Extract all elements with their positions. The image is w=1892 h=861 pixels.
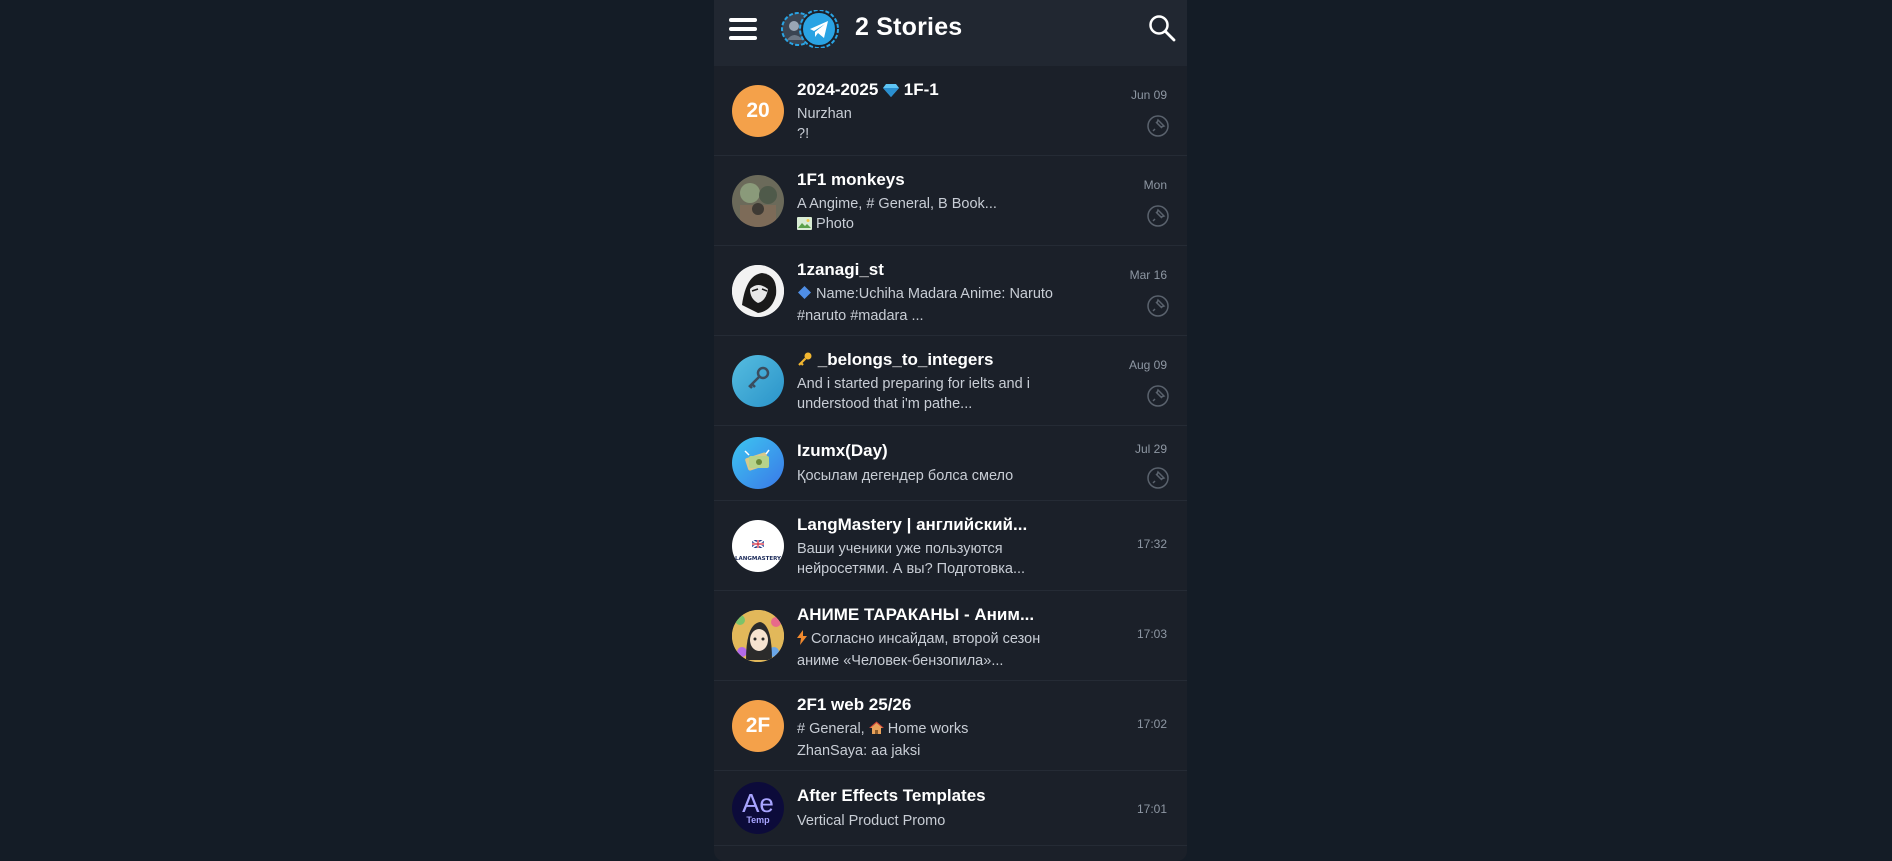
blue-diamond-icon [797, 285, 812, 306]
chat-item[interactable]: 20 2024-2025 1F-1 Nurzhan ?! Jun 09 [714, 66, 1187, 156]
preview-line: ZhanSaya: aa jaksi [797, 743, 921, 759]
chat-item[interactable]: LANGMASTERY LangMastery | английский... … [714, 501, 1187, 591]
preview-line: # General, Home works [797, 719, 1082, 741]
preview-line: Согласно инсайдам, второй сезон [797, 629, 1082, 651]
chat-item[interactable]: Izumx(Day) Қосылам дегендер болса смело … [714, 426, 1187, 501]
chat-preview: A Angime, # General, B Book... Photo [797, 194, 1082, 236]
chat-preview: Ваши ученики уже пользуются нейросетями.… [797, 539, 1082, 579]
pin-icon [1147, 385, 1169, 407]
preview-line: аниме «Человек-бензопила»... [797, 653, 1004, 669]
chat-title: 1F1 monkeys [797, 170, 905, 189]
telegram-app: 2 Stories 20 2024-2025 1F-1 Nurzhan ?! J… [714, 0, 1187, 861]
chat-time: 17:32 [1136, 537, 1167, 551]
preview-line: #naruto #madara ... [797, 308, 924, 324]
chat-preview: # General, Home works ZhanSaya: aa jaksi [797, 719, 1082, 761]
chat-item[interactable]: _belongs_to_integers And i started prepa… [714, 336, 1187, 426]
chat-title: LangMastery | английский... [797, 515, 1028, 534]
chat-preview: Vertical Product Promo [797, 811, 1082, 831]
chat-title: _belongs_to_integers [797, 350, 993, 372]
avatar: Ae Temp [732, 782, 784, 834]
avatar: 2F [732, 700, 784, 752]
chat-time: Mon [1143, 178, 1167, 192]
chat-time: Aug 09 [1128, 358, 1167, 372]
preview-line: Nurzhan [797, 106, 852, 122]
avatar [732, 355, 784, 407]
chat-time: 17:03 [1136, 627, 1167, 641]
chat-preview: And i started preparing for ielts and i … [797, 374, 1082, 414]
preview-text: Согласно инсайдам, второй сезон [811, 631, 1041, 647]
preview-text: Name:Uchiha Madara Anime: Naruto [816, 286, 1053, 302]
preview-text: Home works [887, 721, 969, 737]
money-icon [743, 447, 773, 479]
header-bar: 2 Stories [714, 0, 1187, 66]
preview-line: Қосылам дегендер болса смело [797, 468, 1014, 484]
chat-preview: Согласно инсайдам, второй сезон аниме «Ч… [797, 629, 1082, 671]
preview-text: # General, [797, 721, 865, 737]
pin-icon [1147, 115, 1169, 137]
chat-list: 20 2024-2025 1F-1 Nurzhan ?! Jun 09 1F1 … [714, 66, 1187, 846]
chat-title: 1zanagi_st [797, 260, 884, 279]
chat-item[interactable]: АНИМЕ ТАРАКАНЫ - Аним... Согласно инсайд… [714, 591, 1187, 681]
chat-item[interactable]: 2F 2F1 web 25/26 # General, Home works Z… [714, 681, 1187, 771]
preview-line: нейросетями. А вы? Подготовка... [797, 561, 1026, 577]
lightning-icon [797, 630, 807, 651]
avatar-logo-text: LANGMASTERY [735, 556, 781, 562]
photo-icon [797, 216, 812, 236]
chat-time: Jun 09 [1130, 88, 1167, 102]
preview-line: A Angime, # General, B Book... [797, 196, 997, 212]
chat-title: АНИМЕ ТАРАКАНЫ - Аним... [797, 605, 1035, 624]
chat-title: 2F1 web 25/26 [797, 695, 912, 714]
preview-line: And i started preparing for ielts and i [797, 376, 1030, 392]
stories-title: 2 Stories [855, 13, 963, 41]
chat-item[interactable]: 1zanagi_st Name:Uchiha Madara Anime: Nar… [714, 246, 1187, 336]
avatar-logo-text: Ae [742, 788, 774, 818]
chat-title-part: 2024-2025 [797, 80, 879, 99]
avatar [732, 610, 784, 662]
chat-title: After Effects Templates [797, 786, 986, 805]
preview-line: Photo [797, 214, 1082, 236]
avatar: 20 [732, 85, 784, 137]
chat-preview: Қосылам дегендер болса смело [797, 466, 1082, 486]
preview-line: ?! [797, 126, 810, 142]
preview-line: Ваши ученики уже пользуются [797, 541, 1003, 557]
preview-line: Name:Uchiha Madara Anime: Naruto [797, 284, 1082, 306]
pin-icon [1147, 295, 1169, 317]
preview-text: Photo [816, 216, 854, 232]
stories-avatars[interactable] [781, 9, 841, 49]
chat-time: 17:01 [1136, 802, 1167, 816]
uk-flag-icon [751, 530, 765, 554]
chat-title-part: 1F-1 [903, 80, 939, 99]
avatar: LANGMASTERY [732, 520, 784, 572]
chat-item[interactable]: Ae Temp After Effects Templates Vertical… [714, 771, 1187, 846]
chat-title: 2024-2025 1F-1 [797, 80, 939, 102]
key-icon [745, 365, 771, 397]
avatar [732, 265, 784, 317]
chat-item[interactable]: 1F1 monkeys A Angime, # General, B Book.… [714, 156, 1187, 246]
avatar-initials: 20 [746, 99, 770, 122]
chat-preview: Name:Uchiha Madara Anime: Naruto #naruto… [797, 284, 1082, 326]
pin-icon [1147, 467, 1169, 489]
chat-preview: Nurzhan ?! [797, 104, 1082, 144]
chat-time: Jul 29 [1134, 442, 1167, 456]
chat-time: 17:02 [1136, 717, 1167, 731]
search-icon[interactable] [1147, 13, 1177, 43]
chat-title-text: _belongs_to_integers [817, 350, 994, 369]
chat-title: Izumx(Day) [797, 441, 888, 460]
avatar-logo-subtext: Temp [746, 815, 770, 825]
avatar-initials: 2F [745, 714, 771, 737]
hamburger-menu-icon[interactable] [727, 15, 759, 43]
preview-line: Vertical Product Promo [797, 813, 946, 829]
pin-icon [1147, 205, 1169, 227]
house-icon [868, 721, 884, 741]
preview-line: understood that i'm pathe... [797, 396, 973, 412]
chat-time: Mar 16 [1129, 268, 1167, 282]
avatar [732, 175, 784, 227]
key-icon [797, 351, 813, 372]
avatar [732, 437, 784, 489]
gem-icon [883, 82, 900, 102]
